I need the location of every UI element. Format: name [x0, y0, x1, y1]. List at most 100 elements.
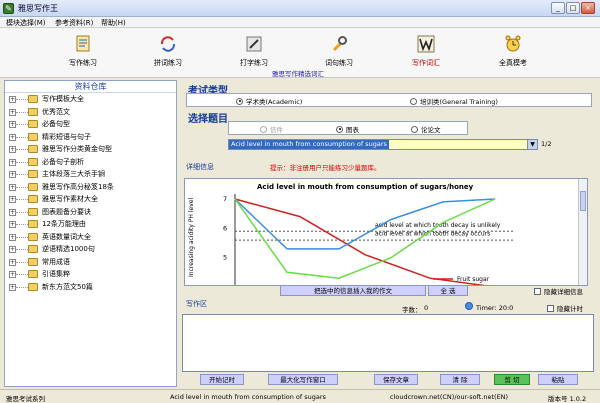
- sidebar-item[interactable]: + 新东方范文50篇: [5, 281, 176, 294]
- y-tick-label: 5: [223, 254, 227, 262]
- tool-spelling-practice[interactable]: 拼词练习: [136, 34, 200, 72]
- essay-textarea[interactable]: [182, 314, 594, 372]
- radio-letter[interactable]: 信件: [260, 124, 283, 134]
- expand-icon[interactable]: +: [9, 146, 16, 153]
- tool-typing-practice[interactable]: 打字练习: [222, 34, 286, 72]
- sidebar-item[interactable]: + 写作模板大全: [5, 93, 176, 106]
- folder-icon: [28, 232, 38, 241]
- topic-pager: 1/2: [541, 140, 552, 148]
- status-site: cloudcrown.net(CN)/our-soft.net(EN): [390, 393, 509, 401]
- save-essay-button[interactable]: 保存文章: [374, 374, 418, 385]
- clear-button[interactable]: 清 除: [440, 374, 480, 385]
- sidebar-item-label: 主体段落三大杀手锏: [42, 170, 105, 178]
- expand-icon[interactable]: +: [9, 221, 16, 228]
- sidebar-item[interactable]: + 常用成语: [5, 256, 176, 269]
- folder-icon: [28, 257, 38, 266]
- sidebar-item[interactable]: +12条万能理由: [5, 218, 176, 231]
- sidebar-item[interactable]: + 必备句型: [5, 118, 176, 131]
- radio-label: 论论文: [421, 126, 441, 134]
- expand-icon[interactable]: +: [9, 233, 16, 241]
- sidebar-item[interactable]: + 雅思写作高分秘笈18条: [5, 181, 176, 194]
- tool-phrase-practice[interactable]: 词句练习: [307, 34, 371, 72]
- sidebar-item[interactable]: + 雅思写作分类黄金句型: [5, 143, 176, 156]
- expand-icon[interactable]: +: [9, 208, 16, 216]
- sidebar-item-label: 雅思写作高分秘笈18条: [42, 182, 114, 191]
- tree-connector: [16, 224, 28, 225]
- tree-list: + 写作模板大全 + 优秀范文 + 必备句型 + 精彩短语与句子 + 雅思写作分类黄金句型 + 必备句…: [5, 93, 176, 293]
- radio-icon: [410, 97, 417, 105]
- close-button[interactable]: ×: [581, 2, 595, 14]
- expand-icon[interactable]: +: [9, 108, 16, 116]
- tool-label: 打字练习: [240, 59, 268, 67]
- menu-reference[interactable]: 参考资料(R): [55, 18, 93, 28]
- hide-timer-checkbox[interactable]: 隐藏计时: [547, 303, 583, 313]
- maximize-button[interactable]: □: [566, 2, 580, 14]
- sidebar-item-label: 雅思写作素材大全: [42, 195, 98, 203]
- sidebar-item-label: 必备句子剖析: [42, 157, 84, 166]
- tool-mock-exam[interactable]: 全真模考: [481, 34, 545, 72]
- expand-icon[interactable]: +: [9, 271, 16, 278]
- tool-writing-vocabulary[interactable]: 写作词汇: [394, 34, 458, 72]
- start-timer-button[interactable]: 开始记时: [200, 374, 244, 385]
- expand-icon[interactable]: +: [9, 196, 16, 203]
- chevron-down-icon[interactable]: ▼: [527, 140, 537, 149]
- sidebar-item[interactable]: + 英语数量词大全: [5, 231, 176, 244]
- paste-button[interactable]: 粘贴: [538, 374, 578, 385]
- radio-academic[interactable]: 学术类(Academic): [236, 96, 302, 106]
- expand-icon[interactable]: +: [9, 121, 16, 128]
- expand-icon[interactable]: +: [9, 133, 16, 141]
- scroll-thumb[interactable]: [580, 191, 586, 211]
- timer-display: Timer: 20:0: [476, 304, 514, 312]
- sidebar-item[interactable]: + 引语集粹: [5, 268, 176, 281]
- radio-icon: [236, 97, 243, 105]
- sidebar-item[interactable]: + 精彩短语与句子: [5, 131, 176, 144]
- select-all-button[interactable]: 全 选: [428, 285, 468, 296]
- minimize-button[interactable]: _: [551, 2, 565, 14]
- menu-help[interactable]: 帮助(H): [101, 18, 126, 28]
- sidebar-item-label: 必备句型: [42, 120, 70, 128]
- chart-frame: Acid level in mouth from consumption of …: [184, 178, 588, 286]
- details-label: 详细信息: [186, 163, 214, 171]
- sidebar-item[interactable]: + 优秀范文: [5, 106, 176, 119]
- expand-icon[interactable]: +: [9, 158, 16, 166]
- folder-icon: [28, 157, 38, 166]
- expand-icon[interactable]: +: [9, 171, 16, 178]
- status-version: 版本号 1.0.2: [548, 395, 587, 403]
- window-title: 雅思写作王: [18, 4, 58, 13]
- folder-icon: [28, 207, 38, 216]
- expand-icon[interactable]: +: [9, 183, 16, 191]
- expand-icon[interactable]: +: [9, 96, 16, 103]
- expand-icon[interactable]: +: [9, 246, 16, 253]
- sidebar-item-label: 雅思写作分类黄金句型: [42, 145, 112, 153]
- sidebar-item[interactable]: + 逆语精选1000句: [5, 243, 176, 256]
- toolbar-hint: 雅思写作精选词汇: [272, 70, 324, 78]
- title-bar: ✎ 雅思写作王 _ □ ×: [0, 0, 600, 17]
- radio-chart[interactable]: 图表: [336, 124, 359, 134]
- hide-details-checkbox[interactable]: 隐藏详细信息: [534, 286, 583, 296]
- expand-icon[interactable]: +: [9, 283, 16, 291]
- folder-icon: [28, 270, 38, 278]
- radio-essay[interactable]: 论论文: [411, 124, 441, 134]
- menu-module[interactable]: 模块选择(M): [6, 18, 46, 28]
- folder-icon: [28, 195, 38, 203]
- radio-label: 信件: [270, 126, 283, 134]
- expand-icon[interactable]: +: [9, 258, 16, 266]
- sidebar-item-label: 英语数量词大全: [42, 232, 91, 241]
- sidebar-item[interactable]: + 雅思写作素材大全: [5, 193, 176, 206]
- tree-connector: [16, 111, 28, 113]
- notebook-icon: [76, 35, 90, 52]
- topic-select[interactable]: Acid level in mouth from consumption of …: [228, 139, 538, 150]
- tool-writing-practice[interactable]: 写作练习: [51, 34, 115, 72]
- sidebar-item[interactable]: + 必备句子剖析: [5, 156, 176, 169]
- sidebar-item[interactable]: + 图表题备分要诀: [5, 206, 176, 219]
- cut-button[interactable]: 剪 切: [494, 374, 530, 385]
- main-panel: 考试类型 学术类(Academic) 培训类(General Training)…: [180, 80, 596, 387]
- radio-general[interactable]: 培训类(General Training): [410, 96, 498, 106]
- insert-info-button[interactable]: 把选中的信息插入我的作文: [280, 285, 426, 296]
- checkbox-box: [547, 304, 554, 312]
- sidebar-item[interactable]: + 主体段落三大杀手锏: [5, 168, 176, 181]
- sidebar-title: 资料仓库: [5, 81, 176, 93]
- maximize-writing-button[interactable]: 最大化写作窗口: [268, 374, 338, 385]
- details-scrollbar[interactable]: [578, 179, 587, 285]
- tree-connector: [16, 249, 28, 250]
